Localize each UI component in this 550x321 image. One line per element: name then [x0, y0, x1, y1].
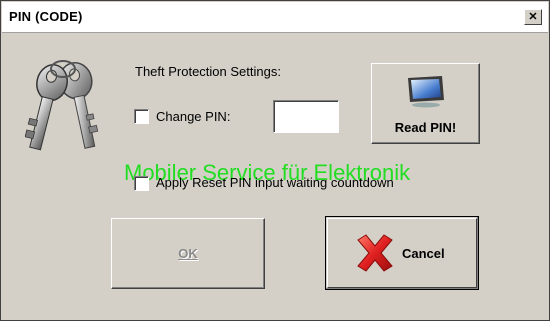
- red-x-icon: [357, 234, 393, 272]
- title-bar[interactable]: PIN (CODE) ✕: [2, 2, 548, 33]
- close-icon: ✕: [528, 11, 538, 23]
- reset-pin-label: Apply Reset PIN input waiting countdown: [156, 175, 394, 190]
- reset-pin-checkbox[interactable]: [134, 176, 149, 191]
- cancel-label: Cancel: [402, 246, 445, 261]
- monitor-icon: [408, 76, 444, 108]
- close-button[interactable]: ✕: [524, 9, 542, 25]
- ok-label: OK: [178, 246, 198, 261]
- theft-protection-label: Theft Protection Settings:: [135, 64, 281, 79]
- keys-icon: [25, 60, 99, 151]
- read-pin-label: Read PIN!: [394, 120, 457, 135]
- pin-dialog-window: PIN (CODE) ✕ Theft Protection Settings: …: [0, 0, 550, 321]
- ok-button[interactable]: OK: [111, 218, 265, 289]
- pin-input[interactable]: [273, 100, 339, 133]
- cancel-button[interactable]: Cancel: [325, 216, 479, 290]
- change-pin-label: Change PIN:: [156, 109, 231, 124]
- change-pin-checkbox[interactable]: [134, 109, 149, 124]
- window-title: PIN (CODE): [9, 9, 83, 24]
- read-pin-button[interactable]: Read PIN!: [371, 63, 480, 144]
